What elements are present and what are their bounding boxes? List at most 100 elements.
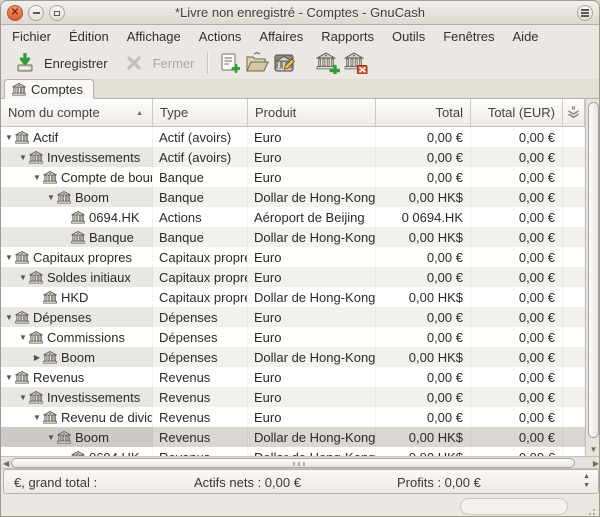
expander-icon[interactable]: ▼ bbox=[45, 433, 57, 442]
close-tab-button[interactable]: Fermer bbox=[114, 47, 201, 79]
table-row[interactable]: 0694.HKRevenusDollar de Hong-Kong0,00 HK… bbox=[1, 447, 585, 456]
cell-total: 0,00 € bbox=[376, 367, 471, 387]
resize-grip[interactable] bbox=[584, 504, 596, 516]
delete-account-button[interactable] bbox=[342, 50, 370, 76]
cell-type: Banque bbox=[153, 167, 248, 187]
save-button-label: Enregistrer bbox=[44, 56, 108, 71]
open-folder-icon bbox=[245, 52, 269, 74]
column-header-total-eur[interactable]: Total (EUR) bbox=[471, 99, 563, 126]
cell-extra bbox=[563, 327, 585, 347]
expander-icon[interactable]: ▼ bbox=[17, 333, 29, 342]
account-icon bbox=[43, 351, 57, 364]
table-row[interactable]: ▼Capitaux propresCapitaux propresEuro0,0… bbox=[1, 247, 585, 267]
table-row[interactable]: BanqueBanqueDollar de Hong-Kong0,00 HK$0… bbox=[1, 227, 585, 247]
table-row[interactable]: ▼InvestissementsActif (avoirs)Euro0,00 €… bbox=[1, 147, 585, 167]
column-header-commodity[interactable]: Produit bbox=[248, 99, 376, 126]
menu-item-fenetres[interactable]: Fenêtres bbox=[434, 27, 503, 46]
menu-item-rapports[interactable]: Rapports bbox=[312, 27, 383, 46]
table-row[interactable]: ▼RevenusRevenusEuro0,00 €0,00 € bbox=[1, 367, 585, 387]
expander-icon[interactable]: ▼ bbox=[45, 193, 57, 202]
table-row[interactable]: ▼Soldes initiauxCapitaux propresEuro0,00… bbox=[1, 267, 585, 287]
cell-type: Dépenses bbox=[153, 307, 248, 327]
gnucash-window: ✕ *Livre non enregistré - Comptes - GnuC… bbox=[0, 0, 600, 517]
new-file-button[interactable] bbox=[215, 50, 243, 76]
account-name: Banque bbox=[89, 230, 134, 245]
horizontal-scrollbar-thumb[interactable] bbox=[11, 458, 575, 468]
titlebar[interactable]: ✕ *Livre non enregistré - Comptes - GnuC… bbox=[1, 1, 599, 25]
stepper-down-icon[interactable]: ▼ bbox=[583, 481, 590, 490]
table-row[interactable]: HKDCapitaux propresDollar de Hong-Kong0,… bbox=[1, 287, 585, 307]
window-menu-button[interactable] bbox=[577, 5, 593, 21]
table-row[interactable]: ▼BoomBanqueDollar de Hong-Kong0,00 HK$0,… bbox=[1, 187, 585, 207]
table-row[interactable]: ▼InvestissementsRevenusEuro0,00 €0,00 € bbox=[1, 387, 585, 407]
expander-icon[interactable]: ▼ bbox=[17, 153, 29, 162]
cell-commodity: Aéroport de Beijing bbox=[248, 207, 376, 227]
column-options-button[interactable] bbox=[563, 99, 585, 126]
cell-commodity: Euro bbox=[248, 247, 376, 267]
scroll-down-arrow-icon[interactable]: ▼ bbox=[586, 445, 600, 454]
table-row[interactable]: ▼Revenu de dividendRevenusEuro0,00 €0,00… bbox=[1, 407, 585, 427]
cell-total_eur: 0,00 € bbox=[471, 187, 563, 207]
account-name: Investissements bbox=[47, 390, 140, 405]
menu-item-actions[interactable]: Actions bbox=[190, 27, 251, 46]
column-select-icon bbox=[567, 106, 580, 119]
accounts-tree: ▼ActifActif (avoirs)Euro0,00 €0,00 €▼Inv… bbox=[1, 127, 585, 456]
cell-extra bbox=[563, 187, 585, 207]
cell-total_eur: 0,00 € bbox=[471, 427, 563, 447]
expander-icon[interactable]: ▼ bbox=[3, 373, 15, 382]
column-header-total[interactable]: Total bbox=[376, 99, 471, 126]
account-icon bbox=[71, 231, 85, 244]
menu-item-edition[interactable]: Édition bbox=[60, 27, 118, 46]
column-header-name[interactable]: Nom du compte ▲ bbox=[1, 99, 153, 126]
column-header-type[interactable]: Type bbox=[153, 99, 248, 126]
sort-ascending-icon: ▲ bbox=[136, 110, 143, 117]
account-name: HKD bbox=[61, 290, 88, 305]
tab-strip: Comptes bbox=[1, 79, 599, 99]
summary-stepper[interactable]: ▲▼ bbox=[583, 472, 590, 490]
cell-extra bbox=[563, 267, 585, 287]
stepper-up-icon[interactable]: ▲ bbox=[583, 472, 590, 481]
open-account-button[interactable] bbox=[243, 50, 271, 76]
table-row[interactable]: ▼BoomRevenusDollar de Hong-Kong0,00 HK$0… bbox=[1, 427, 585, 447]
menu-item-affichage[interactable]: Affichage bbox=[118, 27, 190, 46]
cell-commodity: Euro bbox=[248, 147, 376, 167]
column-header-total-label: Total bbox=[436, 105, 463, 120]
scroll-right-arrow-icon[interactable]: ▶ bbox=[593, 459, 599, 468]
cell-type: Capitaux propres bbox=[153, 287, 248, 307]
edit-account-button[interactable] bbox=[271, 50, 299, 76]
expander-icon[interactable]: ▶ bbox=[31, 353, 43, 362]
expander-icon[interactable]: ▼ bbox=[17, 273, 29, 282]
expander-icon[interactable]: ▼ bbox=[17, 393, 29, 402]
expander-icon[interactable]: ▼ bbox=[3, 133, 15, 142]
cell-total_eur: 0,00 € bbox=[471, 447, 563, 456]
add-account-button[interactable] bbox=[314, 50, 342, 76]
menu-item-fichier[interactable]: Fichier bbox=[3, 27, 60, 46]
table-row[interactable]: 0694.HKActionsAéroport de Beijing0 0694.… bbox=[1, 207, 585, 227]
vertical-scrollbar[interactable]: ▼ bbox=[585, 99, 600, 456]
save-button[interactable]: Enregistrer bbox=[5, 47, 114, 79]
expander-icon[interactable]: ▼ bbox=[31, 413, 43, 422]
table-row[interactable]: ▶BoomDépensesDollar de Hong-Kong0,00 HK$… bbox=[1, 347, 585, 367]
tab-comptes[interactable]: Comptes bbox=[4, 79, 94, 99]
vertical-scrollbar-thumb[interactable] bbox=[588, 102, 599, 438]
menu-item-outils[interactable]: Outils bbox=[383, 27, 434, 46]
table-row[interactable]: ▼DépensesDépensesEuro0,00 €0,00 € bbox=[1, 307, 585, 327]
expander-icon[interactable]: ▼ bbox=[31, 173, 43, 182]
expander-icon[interactable]: ▼ bbox=[3, 253, 15, 262]
cell-total: 0,00 € bbox=[376, 387, 471, 407]
table-row[interactable]: ▼Compte de bourse/BanqueEuro0,00 €0,00 € bbox=[1, 167, 585, 187]
table-row[interactable]: ▼ActifActif (avoirs)Euro0,00 €0,00 € bbox=[1, 127, 585, 147]
cell-type: Revenus bbox=[153, 407, 248, 427]
cell-commodity: Dollar de Hong-Kong bbox=[248, 447, 376, 456]
cell-commodity: Dollar de Hong-Kong bbox=[248, 427, 376, 447]
table-row[interactable]: ▼CommissionsDépensesEuro0,00 €0,00 € bbox=[1, 327, 585, 347]
menu-item-affaires[interactable]: Affaires bbox=[250, 27, 312, 46]
menu-item-aide[interactable]: Aide bbox=[504, 27, 548, 46]
account-name: Commissions bbox=[47, 330, 125, 345]
expander-icon[interactable]: ▼ bbox=[3, 313, 15, 322]
horizontal-scrollbar[interactable]: ◀ ▶ bbox=[1, 456, 600, 469]
cell-extra bbox=[563, 447, 585, 456]
status-bar bbox=[1, 494, 599, 517]
scroll-left-arrow-icon[interactable]: ◀ bbox=[3, 459, 9, 468]
cell-extra bbox=[563, 367, 585, 387]
